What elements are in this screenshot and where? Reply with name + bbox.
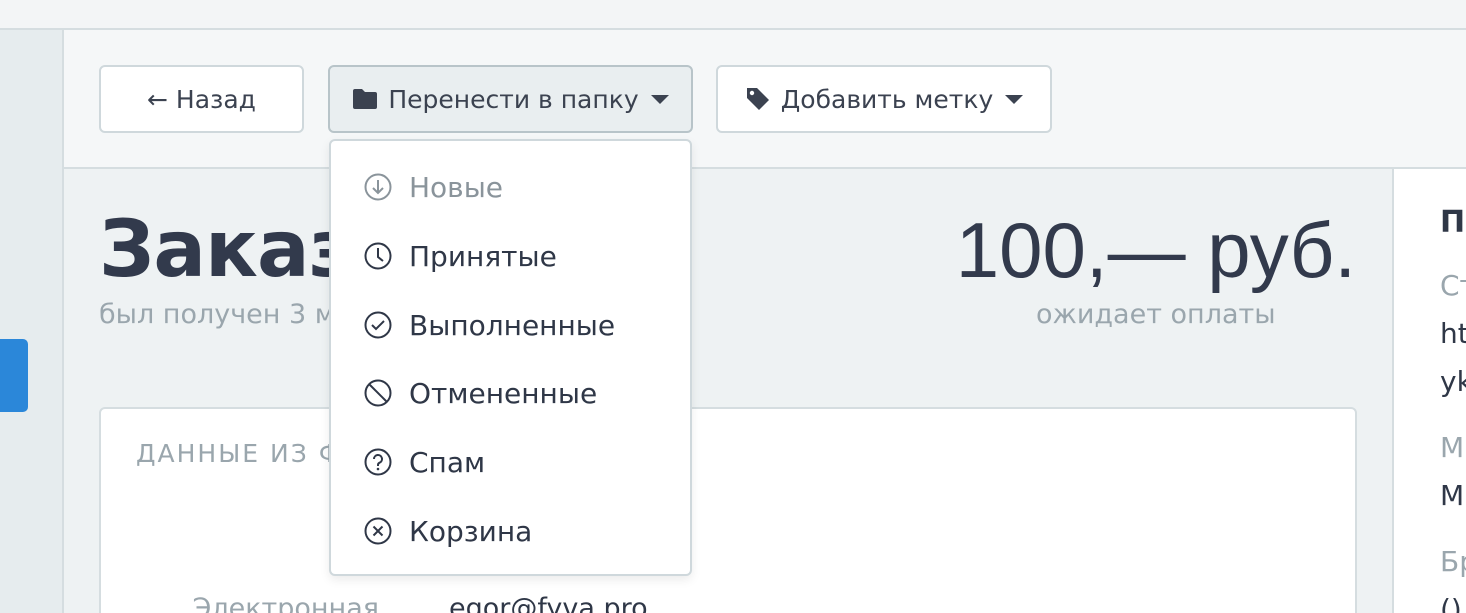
ban-icon — [363, 378, 393, 408]
top-strip — [0, 0, 1466, 30]
right-panel-value: yk — [1440, 365, 1466, 398]
order-received-text: был получен 3 м — [99, 299, 336, 330]
sidebar-active-indicator[interactable] — [0, 339, 28, 412]
right-panel: П Ст ht yk М М Бр () — [1392, 169, 1466, 613]
check-circle-icon — [363, 310, 393, 340]
right-panel-label: Ст — [1440, 269, 1466, 302]
chevron-down-icon — [650, 94, 669, 104]
menu-item-completed[interactable]: Выполненные — [331, 295, 690, 355]
right-panel-label: М — [1440, 431, 1465, 464]
email-field-label: Электронная — [192, 593, 379, 613]
menu-item-label: Выполненные — [409, 308, 616, 342]
menu-item-cancelled[interactable]: Отмененные — [331, 363, 690, 423]
menu-item-trash[interactable]: Корзина — [331, 501, 690, 561]
menu-item-label: Принятые — [409, 239, 557, 273]
add-tag-button[interactable]: Добавить метку — [716, 65, 1052, 133]
right-panel-title: П — [1440, 205, 1466, 240]
right-panel-value: () — [1440, 593, 1462, 613]
right-panel-value: ht — [1440, 317, 1466, 350]
back-button[interactable]: ← Назад — [99, 65, 304, 133]
order-main: Заказ был получен 3 м 100,— руб. ожидает… — [64, 169, 1392, 613]
folder-dropdown-menu: Новые Принятые Выполненные Отмененные Сп… — [329, 139, 692, 576]
folder-icon — [352, 88, 378, 110]
menu-item-label: Корзина — [409, 514, 533, 548]
chevron-down-icon — [1005, 94, 1024, 104]
menu-item-label: Новые — [409, 170, 504, 204]
clock-icon — [363, 241, 393, 271]
left-sidebar — [0, 30, 64, 613]
tag-icon — [745, 86, 771, 112]
toolbar: ← Назад Перенести в папку Добавить метку — [64, 30, 1466, 169]
right-panel-label: Бр — [1440, 545, 1466, 578]
question-circle-icon — [363, 447, 393, 477]
menu-item-label: Спам — [409, 445, 486, 479]
move-to-folder-button[interactable]: Перенести в папку — [328, 65, 693, 133]
menu-item-label: Отмененные — [409, 376, 598, 410]
form-data-card: ДАННЫЕ ИЗ Ф И Электронная egor@fyva.pro — [99, 407, 1357, 613]
back-button-label: ← Назад — [147, 84, 256, 114]
menu-item-new[interactable]: Новые — [331, 157, 690, 217]
card-title: ДАННЫЕ ИЗ Ф — [136, 439, 343, 468]
menu-item-spam[interactable]: Спам — [331, 432, 690, 492]
menu-item-accepted[interactable]: Принятые — [331, 226, 690, 286]
order-price: 100,— руб. — [955, 206, 1356, 294]
payment-status: ожидает оплаты — [1036, 299, 1276, 330]
move-to-folder-label: Перенести в папку — [388, 84, 639, 114]
arrow-down-circle-icon — [363, 172, 393, 202]
x-circle-icon — [363, 516, 393, 546]
email-field-value: egor@fyva.pro — [449, 593, 648, 613]
add-tag-label: Добавить метку — [780, 84, 994, 114]
page-title: Заказ — [99, 205, 354, 295]
right-panel-value: М — [1440, 479, 1465, 512]
